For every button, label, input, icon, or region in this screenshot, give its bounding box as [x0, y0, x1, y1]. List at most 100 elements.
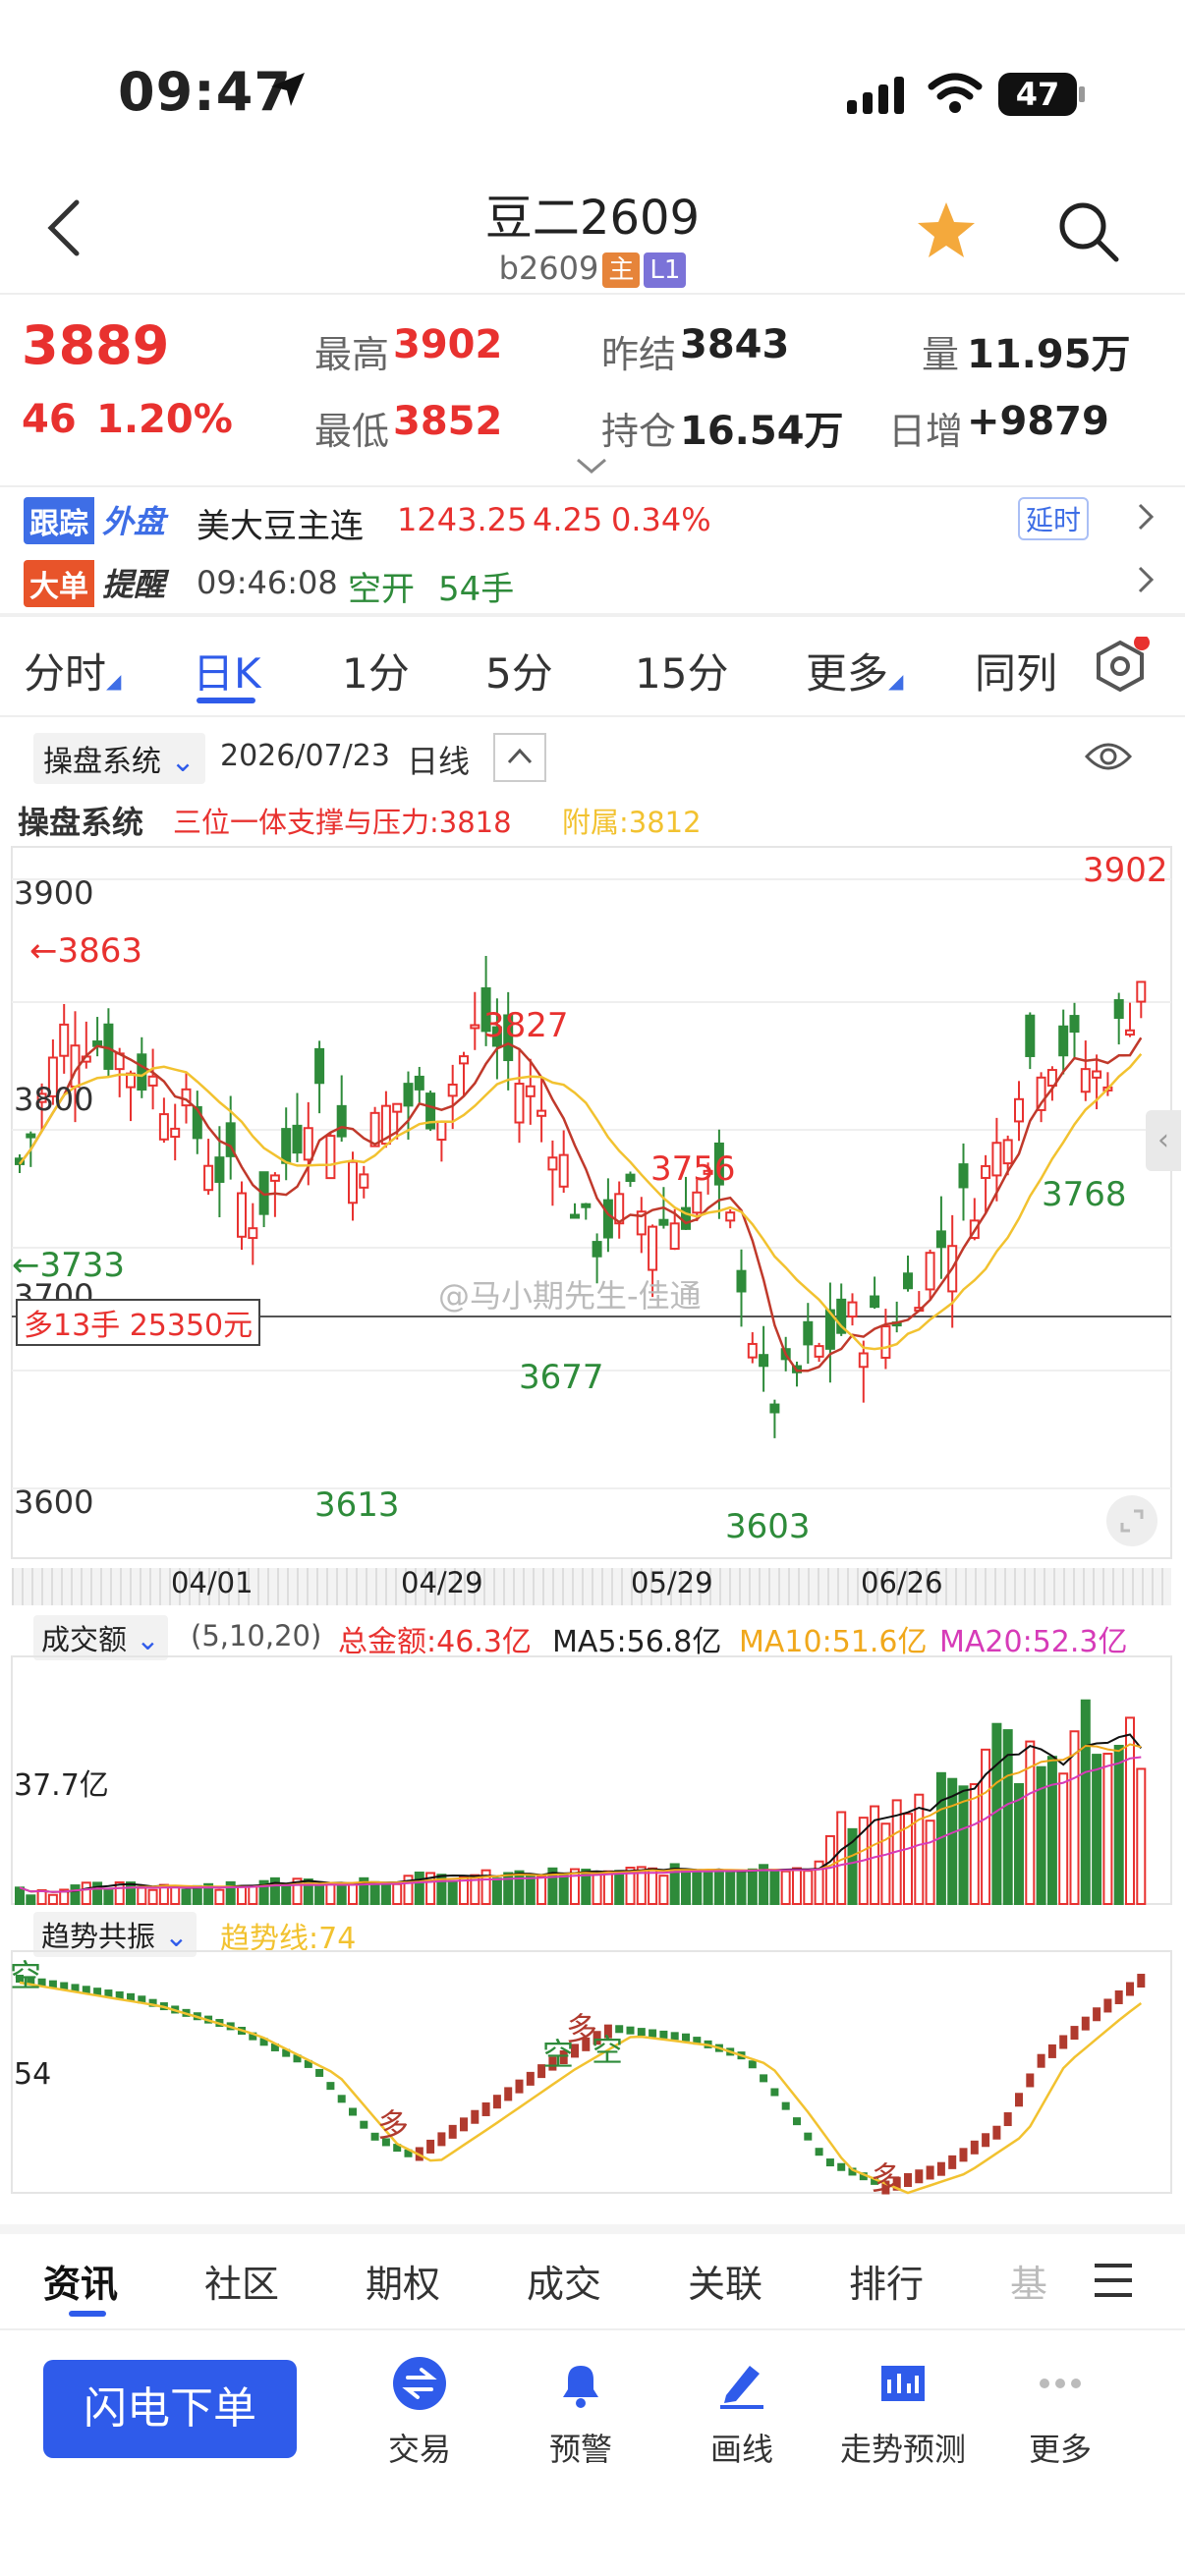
candle-body	[303, 1127, 313, 1161]
tab-intraday[interactable]: 分时◢	[24, 641, 121, 700]
annot-3768: 3768	[1042, 1175, 1127, 1214]
tab-options[interactable]: 期权	[366, 2254, 440, 2308]
volume-bar	[914, 1793, 925, 1905]
follow-row[interactable]: 跟踪 外盘 美大豆主连 1243.25 4.25 0.34% 延时	[0, 487, 1185, 550]
candle-body	[59, 1023, 70, 1057]
trade-icon	[393, 2357, 446, 2410]
tab-news[interactable]: 资讯	[43, 2254, 118, 2308]
tab-daily-k[interactable]: 日K	[193, 641, 261, 700]
volume-chevron-icon: ⌄	[127, 1623, 160, 1656]
system-select[interactable]: 操盘系统 ⌄	[33, 733, 205, 784]
candle-body	[536, 1109, 547, 1117]
battery-icon: 47	[998, 73, 1077, 116]
big-order-row[interactable]: 大单 提醒 09:46:08 空开 54手	[0, 550, 1185, 613]
candle-body	[214, 1156, 225, 1183]
volume-bar	[780, 1870, 791, 1905]
x-label-0429: 04/29	[401, 1566, 483, 1599]
candle-body	[1014, 1097, 1024, 1123]
nav-forecast[interactable]: 走势预测	[829, 2356, 977, 2493]
collapse-button[interactable]	[493, 733, 546, 782]
candle-body	[436, 1120, 447, 1142]
trend-mark-kong-3: 空	[592, 2032, 624, 2069]
trend-step	[770, 2088, 779, 2097]
tab-5min[interactable]: 5分	[485, 641, 553, 700]
volume-bar	[248, 1884, 258, 1906]
trend-step	[825, 2158, 834, 2167]
trend-step	[437, 2132, 446, 2147]
header-divider	[0, 293, 1185, 295]
tab-1min[interactable]: 1分	[342, 641, 410, 700]
instrument-title: 豆二2609	[484, 191, 701, 246]
nav-draw[interactable]: 画线	[678, 2356, 806, 2493]
nav-trade[interactable]: 交易	[356, 2356, 483, 2493]
tabs-divider	[0, 715, 1185, 717]
tab-community[interactable]: 社区	[204, 2254, 279, 2308]
trend-step	[926, 2165, 934, 2180]
volume-bar	[1136, 1767, 1147, 1906]
side-expand-handle[interactable]: ‹	[1146, 1110, 1181, 1171]
level-tag: L1	[644, 252, 687, 288]
volume-bar	[514, 1870, 525, 1905]
trend-step	[326, 2082, 335, 2091]
volume-bar	[602, 1870, 613, 1906]
volume-bar	[414, 1872, 424, 1906]
nav-more-label: 更多	[1028, 2431, 1092, 2468]
volume-bar	[736, 1869, 747, 1905]
menu-icon[interactable]	[1093, 2262, 1134, 2303]
tab-15min[interactable]: 15分	[635, 641, 728, 700]
trend-step	[936, 2161, 945, 2176]
annot-3677: 3677	[519, 1358, 604, 1397]
candle-body	[581, 1203, 592, 1208]
trend-step	[426, 2139, 435, 2154]
candle-body	[514, 1083, 525, 1124]
big-order-qty: 54手	[438, 570, 515, 609]
tab-active-indicator	[197, 698, 255, 703]
trend-step	[448, 2124, 457, 2139]
high-value: 3902	[393, 322, 503, 367]
tab-ranking[interactable]: 排行	[849, 2254, 924, 2308]
trend-step	[637, 2028, 646, 2037]
volume-bar	[958, 1785, 969, 1905]
tab-same-column[interactable]: 同列	[975, 641, 1057, 700]
trend-step	[315, 2068, 324, 2077]
price-change: 46	[22, 397, 77, 442]
settings-hex-icon[interactable]	[1091, 635, 1150, 696]
tab-related[interactable]: 关联	[688, 2254, 762, 2308]
candle-body	[147, 1075, 158, 1087]
favorite-star-icon[interactable]	[914, 198, 979, 263]
delay-badge: 延时	[1018, 497, 1090, 540]
trend-step	[804, 2132, 813, 2141]
rows-divider	[0, 613, 1185, 617]
search-icon[interactable]	[1055, 198, 1120, 263]
eye-icon[interactable]	[1084, 737, 1133, 780]
trend-step	[460, 2117, 468, 2132]
trend-mark-duo-1: 多	[377, 2106, 410, 2144]
follow-instrument-name: 美大豆主连	[197, 507, 364, 546]
follow-price: 1243.25	[397, 501, 528, 538]
system-select-label: 操盘系统	[43, 745, 161, 779]
candle-body	[392, 1102, 403, 1113]
nav-alert[interactable]: 预警	[517, 2356, 645, 2493]
tab-fundamentals[interactable]: 基	[1010, 2254, 1047, 2308]
trend-step	[970, 2140, 979, 2155]
tab-more[interactable]: 更多◢	[806, 641, 903, 700]
volume-bar	[181, 1888, 192, 1905]
volume-bar	[1113, 1745, 1124, 1906]
candle-body	[359, 1173, 369, 1189]
candle-body	[925, 1252, 935, 1291]
kline-chart[interactable]	[0, 835, 1185, 1562]
y-label-3800: 3800	[14, 1081, 94, 1118]
annot-3613: 3613	[314, 1485, 400, 1525]
expand-chevron-icon[interactable]	[574, 456, 609, 479]
big-order-action: 空开	[348, 570, 415, 609]
trend-step	[1103, 1998, 1112, 2013]
volume-bar	[536, 1875, 547, 1905]
volume-bar	[325, 1881, 336, 1905]
trend-step	[526, 2071, 535, 2086]
nav-more[interactable]: 更多	[996, 2356, 1124, 2493]
volume-bar	[681, 1869, 691, 1905]
chart-date: 2026/07/23	[220, 739, 390, 773]
flash-order-button[interactable]: 闪电下单	[43, 2360, 297, 2458]
tab-trades[interactable]: 成交	[527, 2254, 601, 2308]
fullscreen-icon[interactable]	[1106, 1495, 1157, 1546]
